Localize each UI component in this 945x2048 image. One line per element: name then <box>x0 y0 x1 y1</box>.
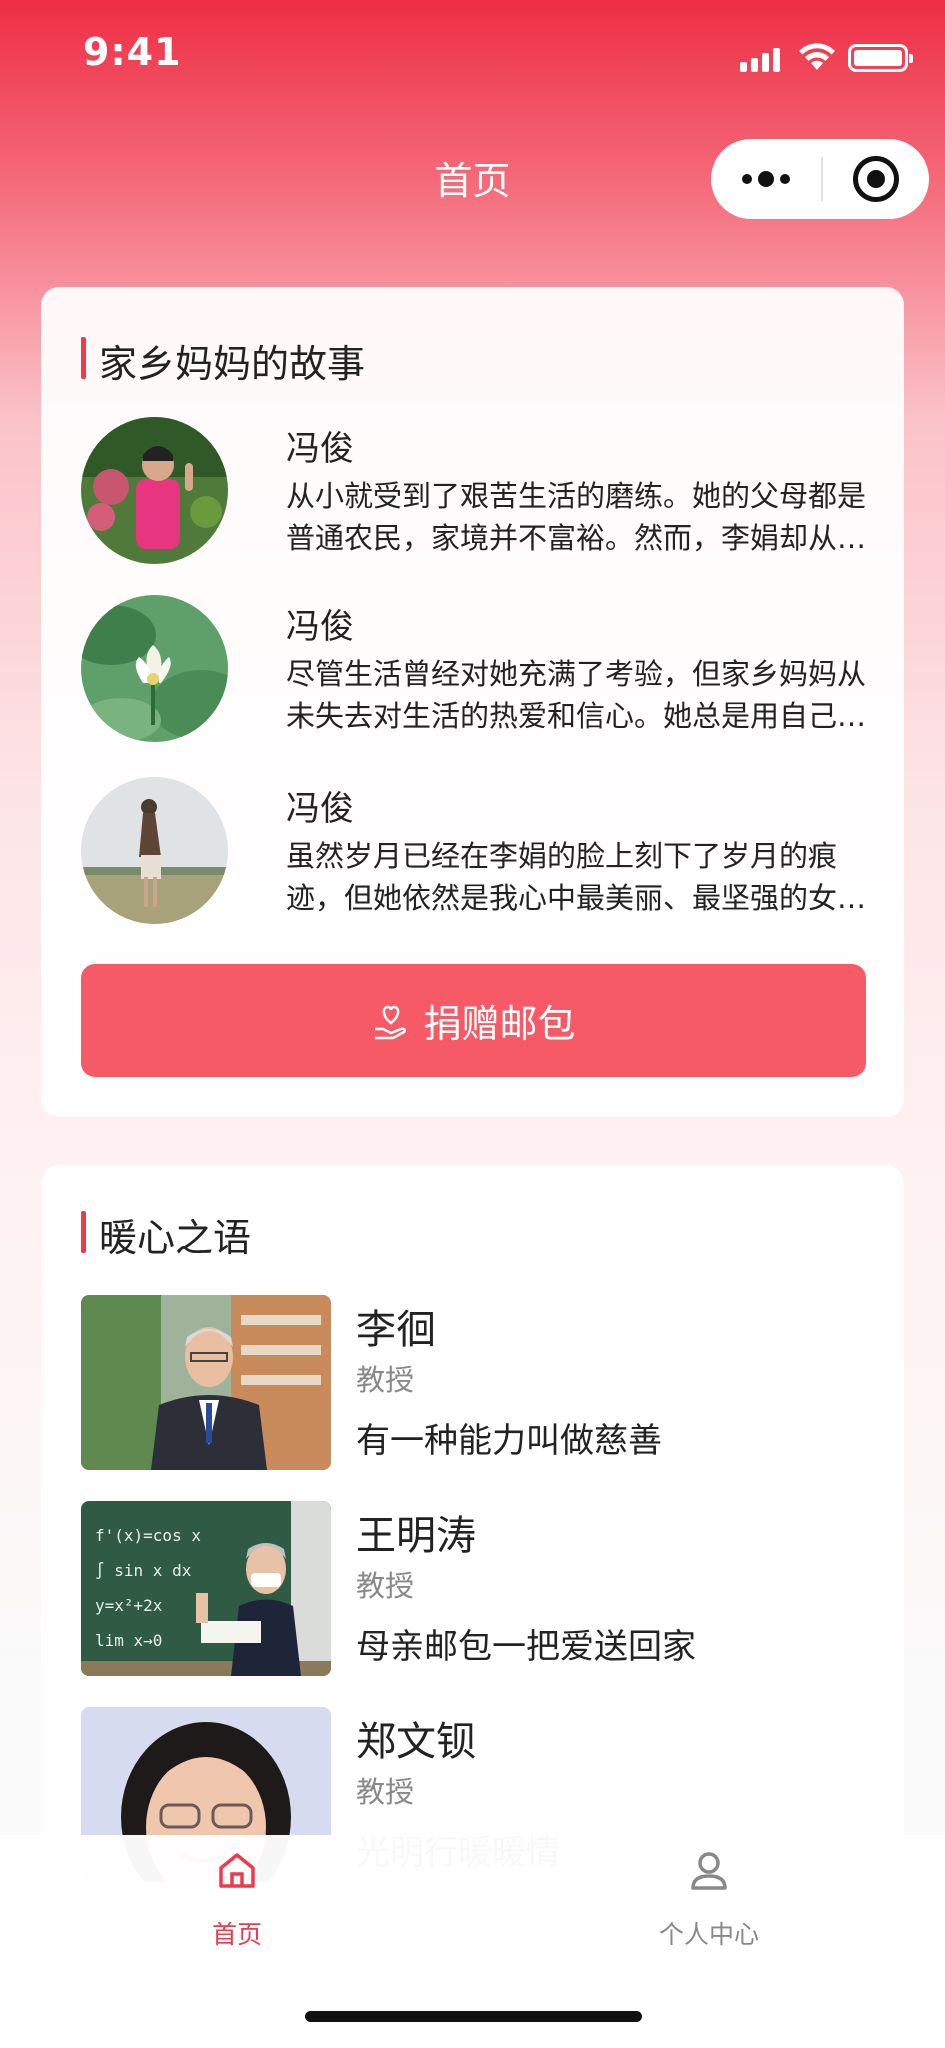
svg-text:y=x²+2x: y=x²+2x <box>95 1596 163 1615</box>
story-excerpt: 虽然岁月已经在李娟的脸上刻下了岁月的痕迹，但她依然是我心中最美丽、最坚强的女… <box>286 839 867 915</box>
mini-program-capsule <box>711 139 929 219</box>
warm-words-card: 暖心之语 李徊 教授 有一种能力叫做慈善 f'(x)=cos x ∫ sin x… <box>41 1165 904 1925</box>
person-quote: 母亲邮包一把爱送回家 <box>356 1627 696 1667</box>
story-item[interactable]: 冯俊 从小就受到了艰苦生活的磨练。她的父母都是普通农民，家境并不富裕。然而，李娟… <box>81 417 871 567</box>
target-icon <box>853 156 899 202</box>
person-title: 教授 <box>356 1569 415 1603</box>
wifi-icon <box>799 43 835 70</box>
person-quote: 有一种能力叫做慈善 <box>356 1421 662 1461</box>
heart-hand-icon <box>375 1005 407 1039</box>
battery-icon <box>848 44 913 72</box>
story-excerpt: 从小就受到了艰苦生活的磨练。她的父母都是普通农民，家境并不富裕。然而，李娟却从… <box>286 479 867 555</box>
story-excerpt: 尽管生活曾经对她充满了考验，但家乡妈妈从未失去对生活的热爱和信心。她总是用自己… <box>286 657 867 733</box>
person-name: 王明涛 <box>356 1513 476 1559</box>
avatar <box>81 417 228 564</box>
person-name: 李徊 <box>356 1307 436 1353</box>
donate-button[interactable]: 捐赠邮包 <box>81 964 866 1077</box>
portrait-image <box>81 1295 331 1470</box>
svg-text:∫ sin x dx: ∫ sin x dx <box>95 1561 192 1580</box>
stories-card: 家乡妈妈的故事 冯俊 从小就受到了艰苦生活的磨练。她的父母都是普通农民，家境并不… <box>41 287 904 1117</box>
person-title: 教授 <box>356 1363 415 1397</box>
tab-label-home: 首页 <box>211 1920 262 1949</box>
home-icon <box>219 1853 255 1888</box>
tab-profile[interactable]: 个人中心 <box>589 1835 829 1949</box>
svg-text:f'(x)=cos x: f'(x)=cos x <box>95 1526 201 1545</box>
section-title-warm-words: 暖心之语 <box>81 1207 251 1262</box>
story-item[interactable]: 冯俊 尽管生活曾经对她充满了考验，但家乡妈妈从未失去对生活的热爱和信心。她总是用… <box>81 595 871 745</box>
section-title-stories: 家乡妈妈的故事 <box>81 333 365 388</box>
list-item[interactable]: 李徊 教授 有一种能力叫做慈善 <box>81 1295 871 1470</box>
close-button[interactable] <box>823 156 929 202</box>
avatar <box>81 595 228 742</box>
avatar <box>81 777 228 924</box>
person-title: 教授 <box>356 1775 415 1809</box>
donate-label: 捐赠邮包 <box>423 1002 576 1046</box>
more-button[interactable] <box>711 171 821 187</box>
user-icon <box>691 1852 727 1890</box>
status-bar: 9:41 <box>0 0 945 115</box>
tab-home[interactable]: 首页 <box>117 1835 357 1949</box>
home-indicator <box>305 2011 642 2022</box>
story-author: 冯俊 <box>286 607 354 647</box>
story-item[interactable]: 冯俊 虽然岁月已经在李娟的脸上刻下了岁月的痕迹，但她依然是我心中最美丽、最坚强的… <box>81 777 871 927</box>
signal-icon <box>740 48 780 72</box>
portrait-image: f'(x)=cos x ∫ sin x dx y=x²+2x lim x→0 <box>81 1501 331 1676</box>
story-author: 冯俊 <box>286 789 354 829</box>
tab-label-profile: 个人中心 <box>658 1920 759 1949</box>
status-time: 9:41 <box>83 30 182 74</box>
person-name: 郑文钡 <box>356 1719 476 1765</box>
story-author: 冯俊 <box>286 429 354 469</box>
list-item[interactable]: f'(x)=cos x ∫ sin x dx y=x²+2x lim x→0 王… <box>81 1501 871 1676</box>
svg-text:lim x→0: lim x→0 <box>95 1631 162 1650</box>
